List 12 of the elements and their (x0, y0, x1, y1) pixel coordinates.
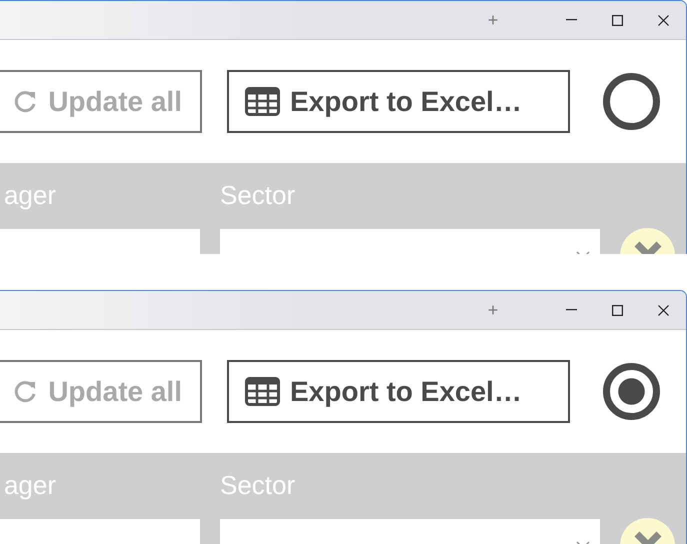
minimize-icon (566, 19, 576, 21)
maximize-icon (612, 14, 622, 26)
table-icon (245, 377, 280, 406)
export-button[interactable]: Export to Excel… (227, 70, 570, 133)
maximize-icon (612, 304, 622, 316)
refresh-icon (12, 88, 38, 114)
table-icon (245, 87, 280, 116)
new-tab-button[interactable]: + (470, 301, 516, 319)
new-tab-button[interactable]: + (470, 11, 516, 29)
refresh-icon (12, 378, 38, 404)
minimize-icon (566, 309, 576, 311)
export-button[interactable]: Export to Excel… (227, 360, 570, 423)
